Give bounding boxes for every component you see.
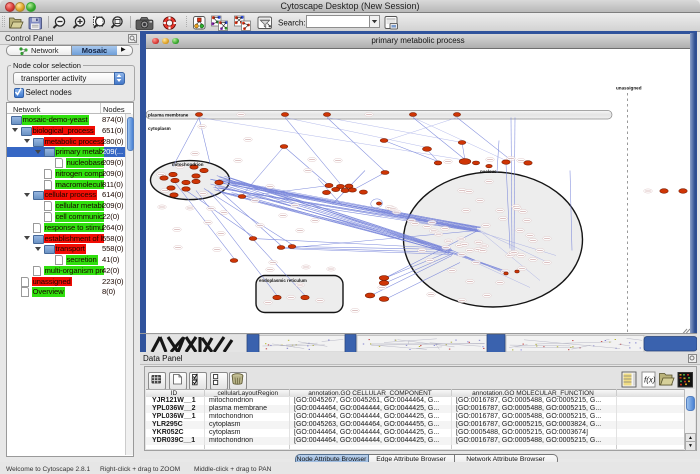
- svg-text:plasma membrane: plasma membrane: [148, 112, 189, 117]
- svg-text:f(x): f(x): [644, 376, 656, 385]
- svg-text:cytoplasm: cytoplasm: [148, 126, 171, 131]
- svg-text:mitochondrion: mitochondrion: [172, 161, 204, 166]
- svg-text:Search:: Search:: [278, 19, 306, 28]
- svg-text:unassigned: unassigned: [616, 85, 642, 90]
- svg-text:nucleus: nucleus: [480, 169, 497, 174]
- svg-text:endoplasmic reticulum: endoplasmic reticulum: [259, 278, 307, 283]
